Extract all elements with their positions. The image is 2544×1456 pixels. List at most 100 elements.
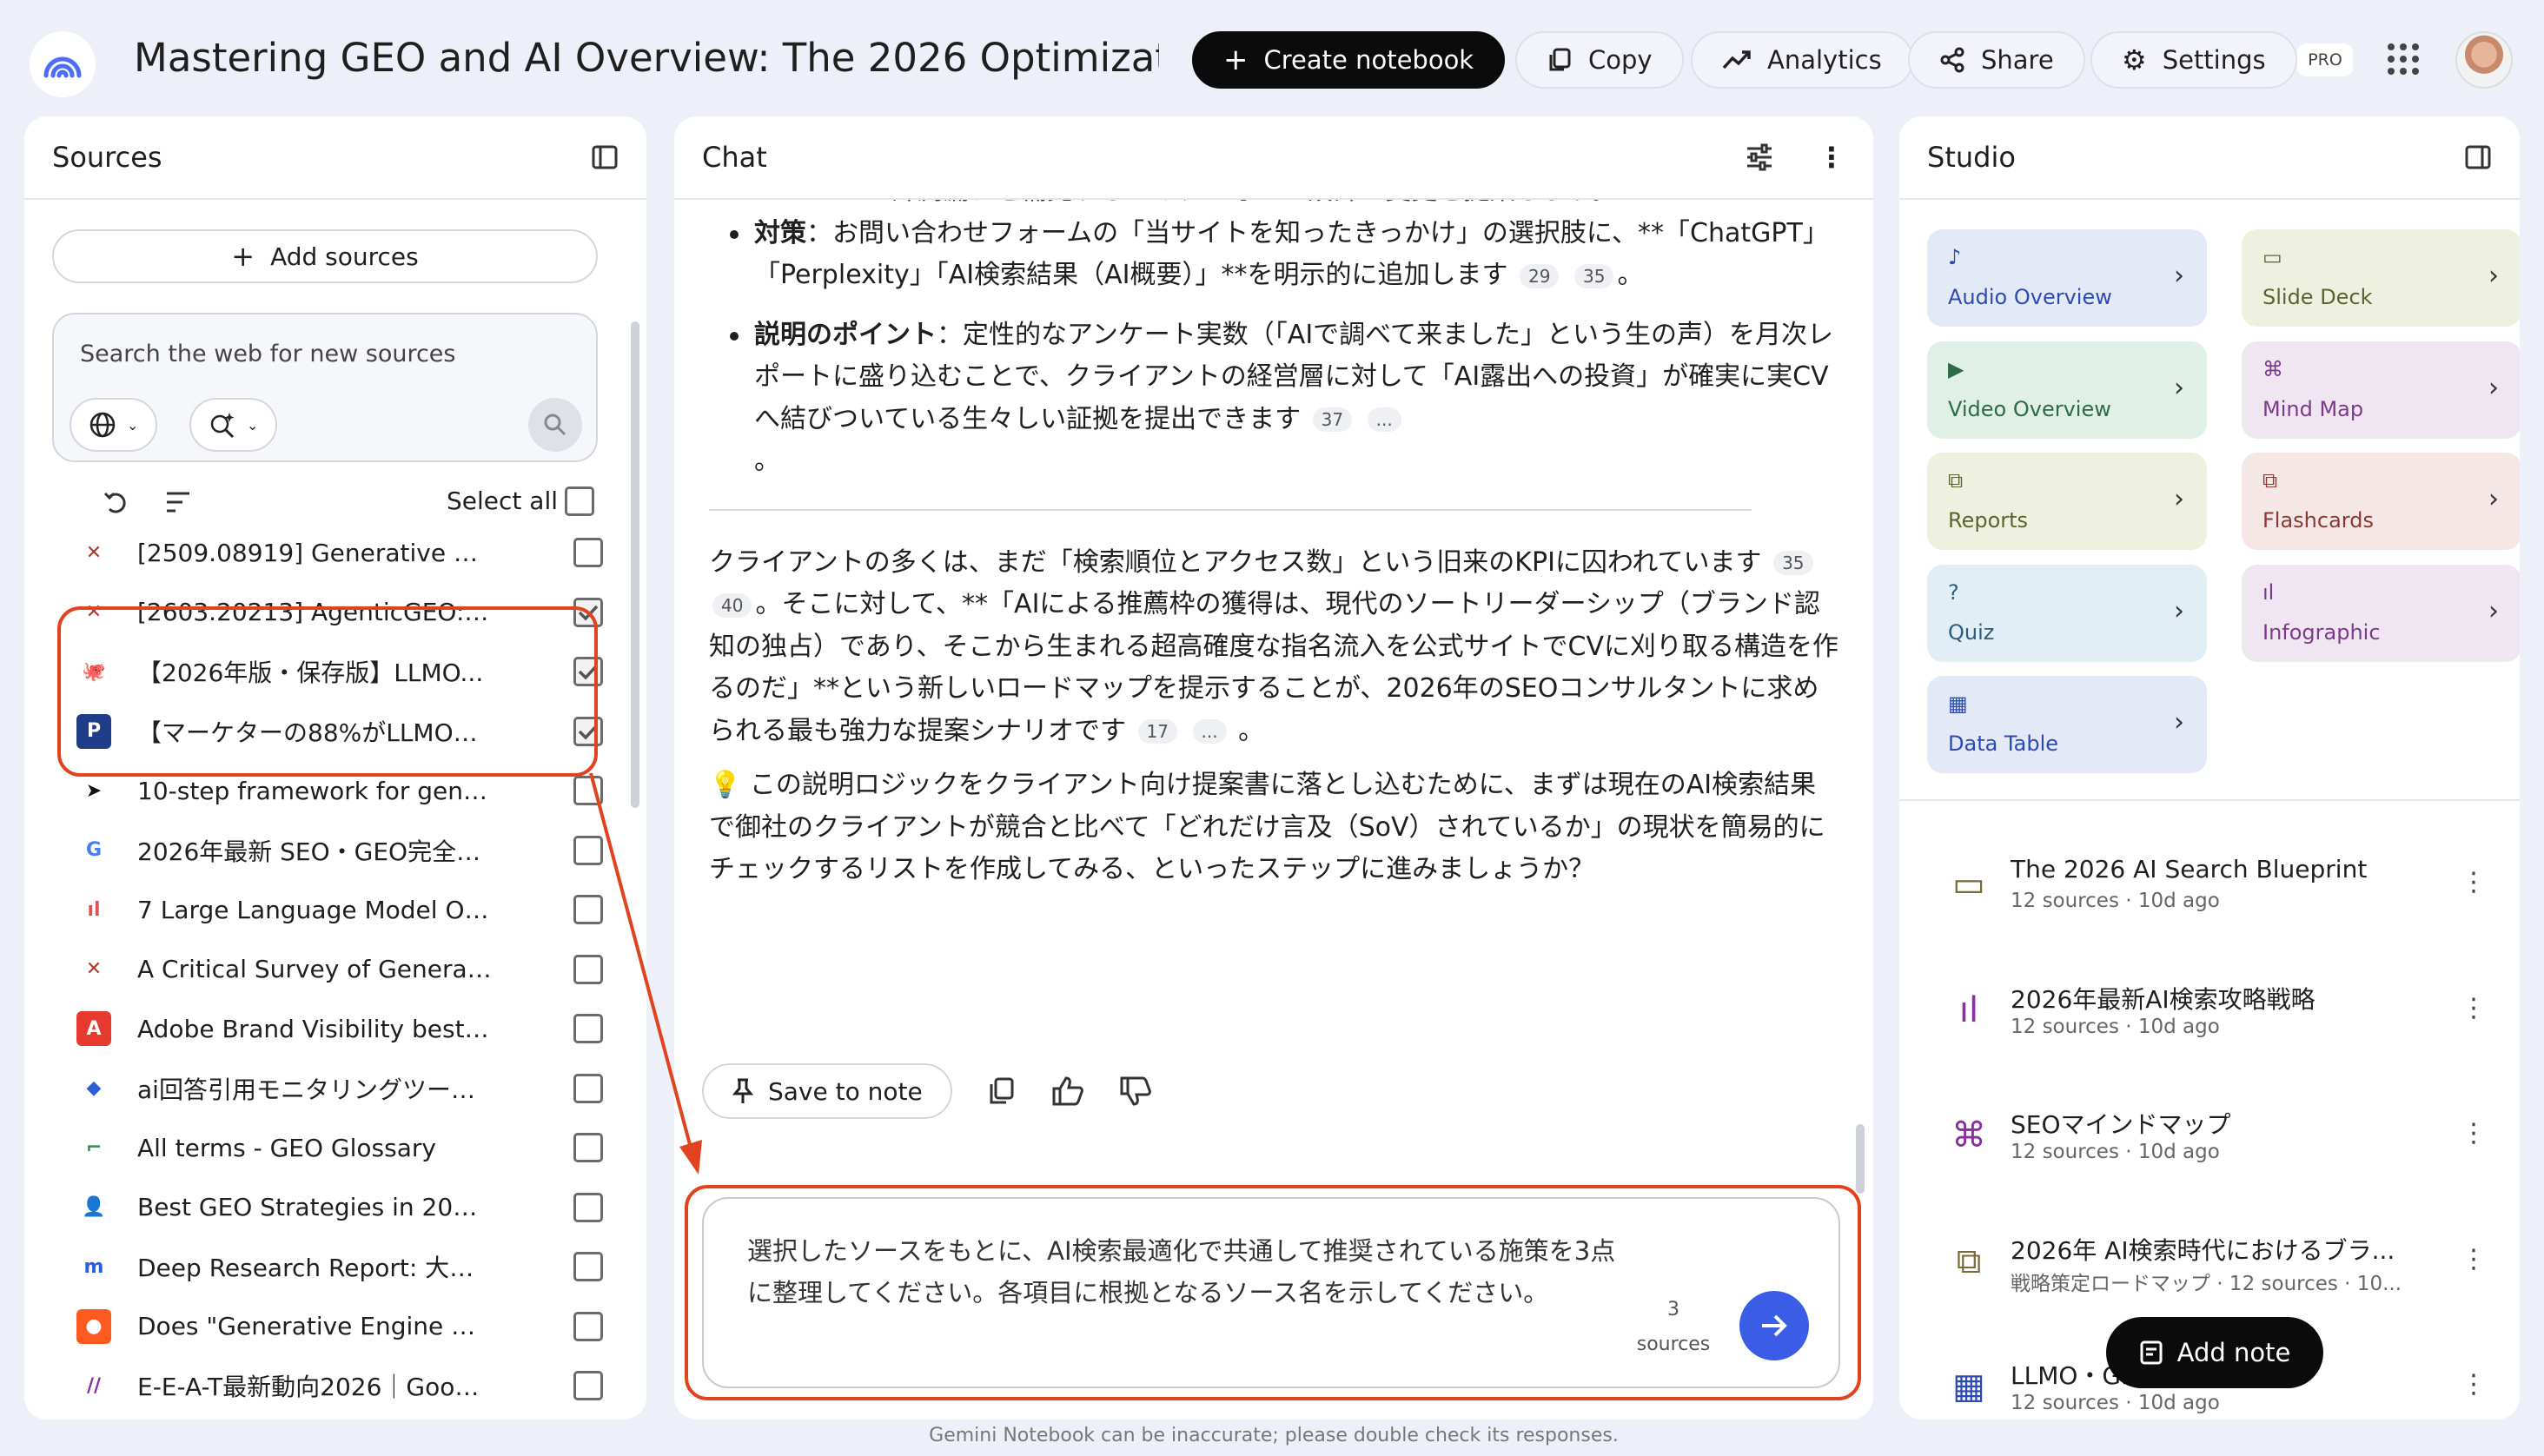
studio-note-item[interactable]: ıl 2026年最新AI検索攻略戦略 12 sources · 10d ago ⋮	[1948, 981, 2487, 1059]
collapse-panel-icon[interactable]	[591, 143, 619, 171]
sources-toolbar: Select all	[52, 481, 608, 525]
citation-more-chip[interactable]: ...	[1192, 719, 1227, 744]
studio-tile-quiz[interactable]: ? Quiz ›	[1927, 564, 2207, 662]
add-note-button[interactable]: Add note	[2106, 1317, 2323, 1388]
pin-icon	[732, 1078, 754, 1103]
select-all-label: Select all	[447, 486, 558, 515]
source-item[interactable]: ◆ ai回答引用モニタリングツール...	[76, 1062, 615, 1115]
copy-button[interactable]: Copy	[1515, 31, 1684, 89]
share-button[interactable]: Share	[1908, 31, 2085, 89]
copy-response-icon[interactable]	[987, 1076, 1017, 1106]
chart-logo-icon: ıl	[76, 892, 111, 927]
citation-chip[interactable]: 37	[1312, 407, 1353, 432]
source-item[interactable]: ✕ [2509.08919] Generative Engi...	[76, 526, 615, 579]
analytics-button[interactable]: Analytics	[1691, 31, 1913, 89]
user-avatar[interactable]	[2455, 31, 2513, 89]
search-submit-button[interactable]	[528, 398, 582, 452]
adobe-logo-icon: A	[76, 1011, 111, 1046]
more-vert-icon[interactable]: ⋮	[2461, 1118, 2487, 1148]
source-item[interactable]: G 2026年最新 SEO・GEO完全ガ...	[76, 824, 615, 877]
highlight-selected-sources	[57, 606, 598, 777]
studio-tile-infographic[interactable]: ıl Infographic ›	[2242, 564, 2520, 662]
tile-label: Flashcards	[2262, 508, 2374, 533]
trending-up-icon	[1722, 50, 1751, 69]
chat-header: Chat ⋮	[674, 116, 1873, 200]
chat-scrollbar[interactable]	[1856, 1124, 1865, 1194]
tune-icon[interactable]	[1745, 142, 1774, 172]
notebook-title[interactable]: Mastering GEO and AI Overview: The 2026 …	[134, 35, 1159, 81]
chevron-down-icon: ⌄	[247, 416, 259, 433]
search-mode-dropdown[interactable]: ⌄	[189, 398, 278, 452]
collapse-panel-icon[interactable]	[2464, 143, 2492, 171]
more-vert-icon[interactable]: ⋮	[2461, 867, 2487, 897]
source-item[interactable]: 👤 Best GEO Strategies in 2026: 3...	[76, 1181, 615, 1234]
citation-more-chip[interactable]: ...	[1367, 407, 1401, 432]
settings-label: Settings	[2162, 45, 2266, 75]
citation-chip[interactable]: 35	[1574, 263, 1614, 288]
tile-label: Data Table	[1948, 731, 2058, 756]
studio-note-item[interactable]: ⌘ SEOマインドマップ 12 sources · 10d ago ⋮	[1948, 1106, 2487, 1184]
reddit-logo-icon: ●	[76, 1308, 111, 1344]
studio-tile-audio-overview[interactable]: ♪ Audio Overview ›	[1927, 229, 2207, 327]
citation-chip[interactable]: 17	[1137, 719, 1177, 744]
source-item[interactable]: m Deep Research Report: 大規模...	[76, 1241, 615, 1293]
share-icon	[1940, 47, 1964, 73]
source-label: ai回答引用モニタリングツール...	[137, 1075, 492, 1104]
copy-icon	[1549, 48, 1571, 71]
research-spark-icon	[210, 413, 235, 439]
add-sources-button[interactable]: + Add sources	[52, 229, 598, 283]
source-item[interactable]: A Adobe Brand Visibility best pr...	[76, 1003, 615, 1055]
globe-icon	[89, 412, 116, 438]
source-label: E-E-A-T最新動向2026｜Googl...	[137, 1373, 492, 1401]
studio-panel: Studio ♪ Audio Overview › ▭ Slide Deck › ▶ Vide…	[1899, 116, 2520, 1420]
source-checkbox[interactable]	[573, 1371, 603, 1400]
source-checkbox[interactable]	[573, 538, 603, 567]
studio-note-item[interactable]: ▭ The 2026 AI Search Blueprint 12 sources …	[1948, 855, 2487, 933]
studio-divider	[1899, 799, 2520, 801]
tile-icon: ▦	[1948, 692, 1968, 716]
web-search-input[interactable]: Search the web for new sources	[80, 341, 455, 367]
sort-icon[interactable]	[165, 490, 193, 514]
thumbs-down-icon[interactable]	[1119, 1075, 1152, 1107]
source-item[interactable]: ⌐ All terms - GEO Glossary	[76, 1122, 615, 1174]
source-item[interactable]: ✕ A Critical Survey of Generative...	[76, 943, 615, 996]
note-meta: 12 sources · 10d ago	[2011, 1141, 2220, 1163]
studio-tile-flashcards[interactable]: ⧉ Flashcards ›	[2242, 453, 2520, 550]
apps-grid-icon[interactable]	[2384, 40, 2422, 82]
refresh-icon[interactable]	[103, 488, 130, 516]
chevron-down-icon: ⌄	[127, 416, 139, 433]
more-vert-icon[interactable]: ⋮	[2461, 1369, 2487, 1400]
citation-chip[interactable]: 40	[712, 592, 752, 618]
note-title: 2026年 AI検索時代におけるブラ...	[2011, 1235, 2395, 1265]
note-meta: 12 sources · 10d ago	[2011, 1015, 2220, 1038]
chevron-right-icon: ›	[2488, 595, 2499, 626]
studio-note-item[interactable]: ⧉ 2026年 AI検索時代におけるブラ... 戦略策定ロードマップ · 12 so…	[1948, 1232, 2487, 1310]
app-logo[interactable]	[30, 31, 96, 97]
more-vert-icon[interactable]: ⋮	[2461, 1244, 2487, 1274]
studio-tile-mind-map[interactable]: ⌘ Mind Map ›	[2242, 341, 2520, 439]
source-item[interactable]: ıl 7 Large Language Model Opti...	[76, 884, 615, 936]
report-icon: ⧉	[1956, 1241, 1982, 1281]
studio-tile-slide-deck[interactable]: ▭ Slide Deck ›	[2242, 229, 2520, 327]
tile-label: Slide Deck	[2262, 285, 2373, 309]
chevron-right-icon: ›	[2174, 372, 2184, 403]
source-label: All terms - GEO Glossary	[137, 1133, 436, 1162]
source-item[interactable]: ● Does "Generative Engine Opti...	[76, 1300, 615, 1353]
select-all-checkbox[interactable]	[565, 486, 594, 516]
studio-tile-reports[interactable]: ⧉ Reports ›	[1927, 453, 2207, 550]
citation-chip[interactable]: 29	[1520, 263, 1560, 288]
create-notebook-button[interactable]: + Create notebook	[1192, 31, 1506, 89]
more-vert-icon[interactable]: ⋮	[2461, 993, 2487, 1023]
save-to-note-button[interactable]: Save to note	[702, 1063, 952, 1119]
studio-tile-data-table[interactable]: ▦ Data Table ›	[1927, 676, 2207, 773]
source-checkbox[interactable]	[573, 1311, 603, 1341]
settings-button[interactable]: ⚙ Settings	[2090, 31, 2297, 89]
more-vert-icon[interactable]: ⋮	[1818, 141, 1845, 174]
source-item[interactable]: // E-E-A-T最新動向2026｜Googl...	[76, 1360, 615, 1404]
source-checkbox[interactable]	[573, 1192, 603, 1222]
search-scope-dropdown[interactable]: ⌄	[70, 398, 158, 452]
source-checkbox[interactable]	[573, 1252, 603, 1281]
citation-chip[interactable]: 35	[1773, 551, 1813, 575]
studio-tile-video-overview[interactable]: ▶ Video Overview ›	[1927, 341, 2207, 439]
thumbs-up-icon[interactable]	[1051, 1075, 1084, 1107]
